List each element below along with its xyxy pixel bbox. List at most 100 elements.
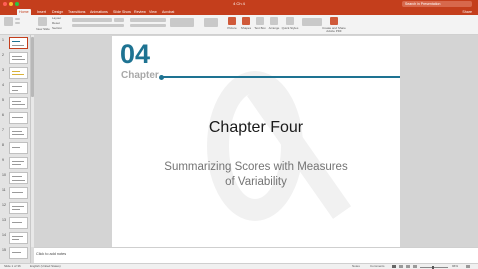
thumbnail-slide-6[interactable]: 6 xyxy=(0,112,30,127)
notes-placeholder[interactable]: Click to add notes xyxy=(36,252,66,257)
text-direction-buttons[interactable] xyxy=(170,18,194,27)
thumbnail-slide-7[interactable]: 7 xyxy=(0,127,30,142)
quick-styles-icon[interactable] xyxy=(286,17,294,25)
thumbnail-line xyxy=(12,236,23,237)
thumbnail-image xyxy=(9,112,28,124)
thumbnail-slide-15[interactable]: 15 xyxy=(0,247,30,262)
comments-toggle[interactable]: Comments xyxy=(370,264,385,269)
thumbnail-image xyxy=(9,187,28,199)
thumbnail-slide-12[interactable]: 12 xyxy=(0,202,30,217)
paragraph-buttons[interactable] xyxy=(130,18,166,22)
thumbnail-line xyxy=(12,239,19,240)
shapes-icon[interactable] xyxy=(242,17,250,25)
text-box-icon[interactable] xyxy=(256,17,264,25)
slide-counter: Slide 1 of 36 xyxy=(4,264,21,268)
thumbnail-number: 3 xyxy=(2,68,4,72)
reset-button[interactable]: Reset xyxy=(52,22,60,25)
thumbnail-number: 5 xyxy=(2,98,4,102)
thumbnail-line xyxy=(12,161,24,162)
zoom-level[interactable]: 96% xyxy=(452,264,458,269)
thumbnail-slide-11[interactable]: 11 xyxy=(0,187,30,202)
thumbnail-line xyxy=(12,209,20,210)
thumbnail-image xyxy=(9,67,28,79)
thumbnail-image xyxy=(9,157,28,169)
fit-to-window-icon[interactable] xyxy=(466,265,470,268)
thumbnail-image xyxy=(9,37,28,49)
thumbnail-slide-13[interactable]: 13 xyxy=(0,217,30,232)
thumbnail-slide-3[interactable]: 3 xyxy=(0,67,30,82)
thumbnail-line xyxy=(12,252,21,253)
shape-format-buttons[interactable] xyxy=(302,18,322,26)
notes-toggle[interactable]: Notes xyxy=(352,264,360,269)
cut-icon[interactable] xyxy=(15,18,20,20)
current-slide[interactable]: 04 Chapter Chapter Four Summarizing Scor… xyxy=(112,36,400,247)
chapter-number[interactable]: 04 xyxy=(120,39,150,69)
picture-icon[interactable] xyxy=(228,17,236,25)
arrange-icon[interactable] xyxy=(270,17,278,25)
thumbnail-number: 9 xyxy=(2,158,4,162)
thumbnail-slide-8[interactable]: 8 xyxy=(0,142,30,157)
chapter-rule xyxy=(162,76,400,78)
thumbnail-line xyxy=(12,56,22,57)
alignment-buttons[interactable] xyxy=(130,24,166,27)
thumbnail-line xyxy=(12,131,22,132)
zoom-slider[interactable] xyxy=(420,266,448,268)
adobe-pdf-icon[interactable] xyxy=(330,17,338,25)
font-name-select[interactable] xyxy=(72,18,112,22)
thumbnail-number: 6 xyxy=(2,113,4,117)
thumbnail-line xyxy=(12,74,24,75)
thumbnail-line xyxy=(12,134,24,135)
paste-icon[interactable] xyxy=(4,17,13,26)
thumbnail-slide-5[interactable]: 5 xyxy=(0,97,30,112)
close-window-icon[interactable] xyxy=(3,2,7,6)
minimize-window-icon[interactable] xyxy=(9,2,13,6)
new-slide-icon[interactable] xyxy=(38,17,47,26)
thumbnail-image xyxy=(9,97,28,109)
thumbnail-number: 13 xyxy=(2,218,6,222)
subtitle-line-1: Summarizing Scores with Measures xyxy=(164,161,348,173)
layout-button[interactable]: Layout xyxy=(52,17,61,20)
thumbnail-number: 7 xyxy=(2,128,4,132)
slideshow-icon[interactable] xyxy=(413,265,417,268)
slide-title[interactable]: Chapter Four xyxy=(112,118,400,138)
thumbnail-image xyxy=(9,202,28,214)
slide-sorter-icon[interactable] xyxy=(399,265,403,268)
thumbnail-slide-2[interactable]: 2 xyxy=(0,52,30,67)
quick-styles-label[interactable]: Quick Styles xyxy=(280,27,300,30)
search-input[interactable]: Search in Presentation xyxy=(402,1,472,7)
font-size-select[interactable] xyxy=(114,18,124,22)
new-slide-label[interactable]: New Slide xyxy=(35,28,51,31)
thumbnail-image xyxy=(9,82,28,94)
section-button[interactable]: Section xyxy=(52,27,62,30)
convert-smartart-icon[interactable] xyxy=(204,18,218,27)
thumbnail-slide-4[interactable]: 4 xyxy=(0,82,30,97)
title-bar: 4 Ch 4 Search in Presentation xyxy=(0,0,478,8)
zoom-window-icon[interactable] xyxy=(15,2,19,6)
language-indicator[interactable]: English (United States) xyxy=(30,264,61,269)
thumbnail-slide-10[interactable]: 10 xyxy=(0,172,30,187)
thumbnail-number: 2 xyxy=(2,53,4,57)
thumbnail-slide-14[interactable]: 14 xyxy=(0,232,30,247)
zoom-slider-knob[interactable] xyxy=(432,265,434,269)
thumbnail-line xyxy=(12,101,21,102)
slide-subtitle[interactable]: Summarizing Scores with Measures of Vari… xyxy=(112,160,400,190)
thumbnail-line xyxy=(12,41,20,42)
thumbnail-line xyxy=(12,117,23,118)
notes-pane[interactable]: Click to add notes xyxy=(34,247,478,263)
thumbnail-image xyxy=(9,217,28,229)
thumbnail-line xyxy=(12,86,22,87)
reading-view-icon[interactable] xyxy=(406,265,410,268)
slide-thumbnails-panel: 1 2 3 4 5 6 7 8 9 10 11 12 13 14 15 xyxy=(0,35,31,263)
thumbnail-number: 10 xyxy=(2,173,6,177)
thumbnail-slide-1[interactable]: 1 xyxy=(0,37,30,52)
create-share-pdf-label[interactable]: Create and Share Adobe PDF xyxy=(322,26,346,32)
font-format-buttons[interactable] xyxy=(72,24,124,27)
thumbnail-line xyxy=(12,45,24,46)
normal-view-icon[interactable] xyxy=(392,265,396,268)
chapter-word[interactable]: Chapter xyxy=(121,70,159,82)
thumbnail-slide-9[interactable]: 9 xyxy=(0,157,30,172)
thumbnail-line xyxy=(12,192,23,193)
copy-icon[interactable] xyxy=(15,22,20,24)
thumbnail-number: 12 xyxy=(2,203,6,207)
thumbnail-image xyxy=(9,232,28,244)
